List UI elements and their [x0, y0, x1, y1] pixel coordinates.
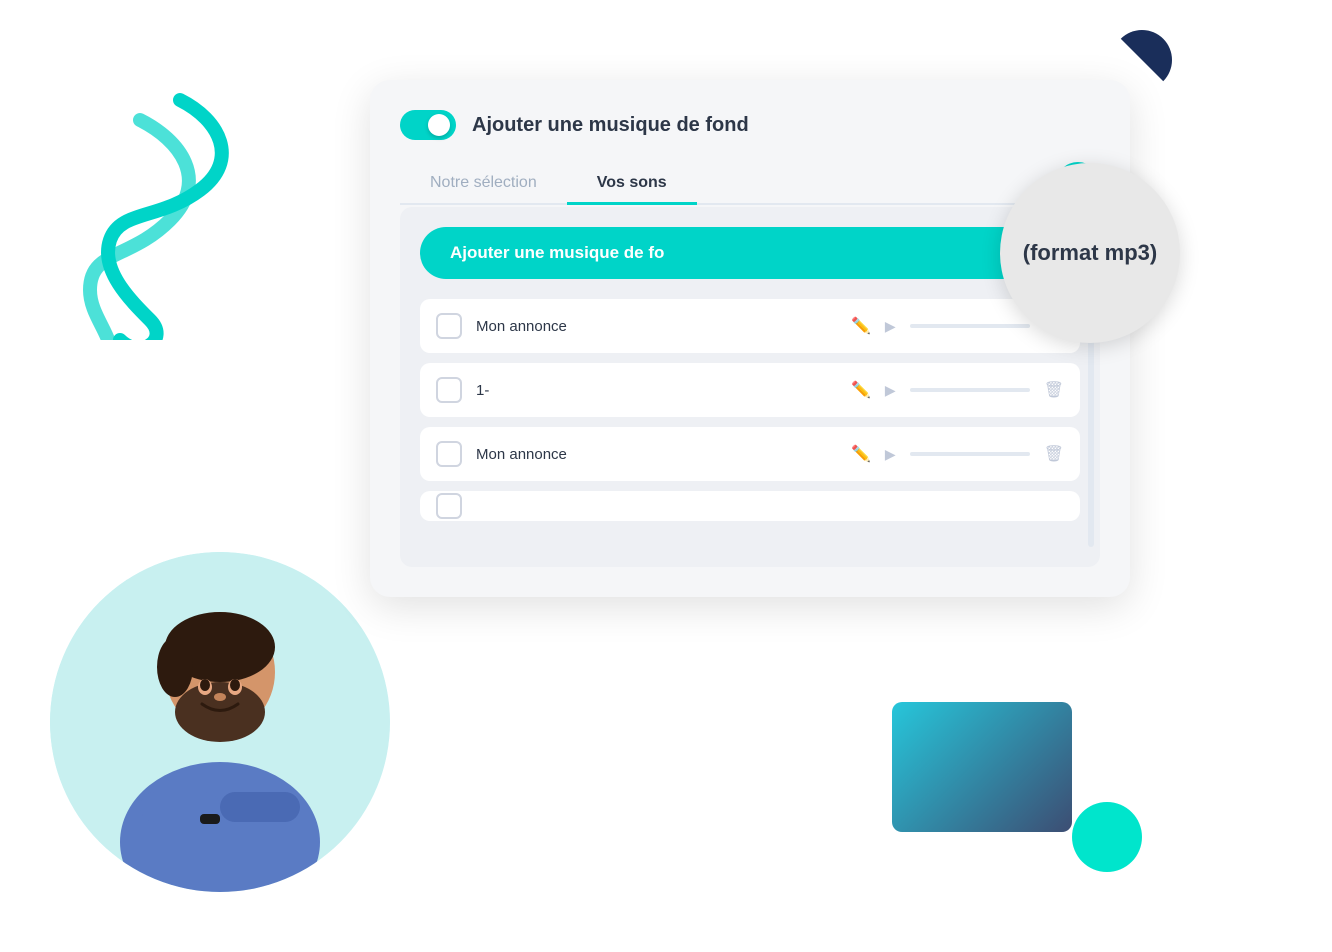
sound-row-4-partial — [420, 491, 1080, 521]
upload-zone[interactable]: Ajouter une musique de fo (format mp3) — [420, 227, 1080, 279]
toggle-row: Ajouter une musique de fond — [400, 110, 1100, 140]
sound-row-2: 1- ✏️ ▶ 🗑 — [420, 363, 1080, 417]
delete-icon-3[interactable]: 🗑 — [1044, 444, 1064, 464]
sound-checkbox-4[interactable] — [436, 493, 462, 519]
edit-icon-3[interactable]: ✏️ — [851, 444, 871, 464]
play-icon-1[interactable]: ▶ — [885, 318, 896, 335]
tab-notre-selection[interactable]: Notre sélection — [400, 164, 567, 205]
tabs-row: Notre sélection Vos sons + — [400, 164, 1100, 205]
upload-zone-text: Ajouter une musique de fo — [450, 243, 664, 263]
toggle-switch[interactable] — [400, 110, 456, 140]
play-icon-3[interactable]: ▶ — [885, 446, 896, 463]
progress-bar-2 — [910, 388, 1030, 392]
sound-name-3: Mon annonce — [476, 446, 837, 463]
sound-checkbox-1[interactable] — [436, 313, 462, 339]
toggle-label: Ajouter une musique de fond — [472, 114, 749, 137]
deco-dark-shape — [1112, 30, 1172, 90]
edit-icon-2[interactable]: ✏️ — [851, 380, 871, 400]
sound-name-2: 1- — [476, 382, 837, 399]
delete-icon-2[interactable]: 🗑 — [1044, 380, 1064, 400]
avatar — [50, 552, 390, 892]
deco-teal-circle — [1072, 802, 1142, 872]
tab-vos-sons[interactable]: Vos sons — [567, 164, 697, 205]
sound-row-3: Mon annonce ✏️ ▶ 🗑 — [420, 427, 1080, 481]
format-bubble-text: (format mp3) — [1023, 239, 1157, 268]
sound-checkbox-2[interactable] — [436, 377, 462, 403]
format-bubble: (format mp3) — [1000, 163, 1180, 343]
sound-checkbox-3[interactable] — [436, 441, 462, 467]
play-icon-2[interactable]: ▶ — [885, 382, 896, 399]
edit-icon-1[interactable]: ✏️ — [851, 316, 871, 336]
sound-name-1: Mon annonce — [476, 318, 837, 335]
toggle-thumb — [428, 114, 450, 136]
main-card: Ajouter une musique de fond Notre sélect… — [370, 80, 1130, 597]
progress-bar-3 — [910, 452, 1030, 456]
sound-row-1: Mon annonce ✏️ ▶ 🗑 — [420, 299, 1080, 353]
deco-gradient-rect — [892, 702, 1072, 832]
deco-teal-squiggle — [60, 80, 260, 340]
content-area: Ajouter une musique de fo (format mp3) M… — [400, 207, 1100, 567]
format-bubble-container: (format mp3) — [1000, 163, 1180, 343]
